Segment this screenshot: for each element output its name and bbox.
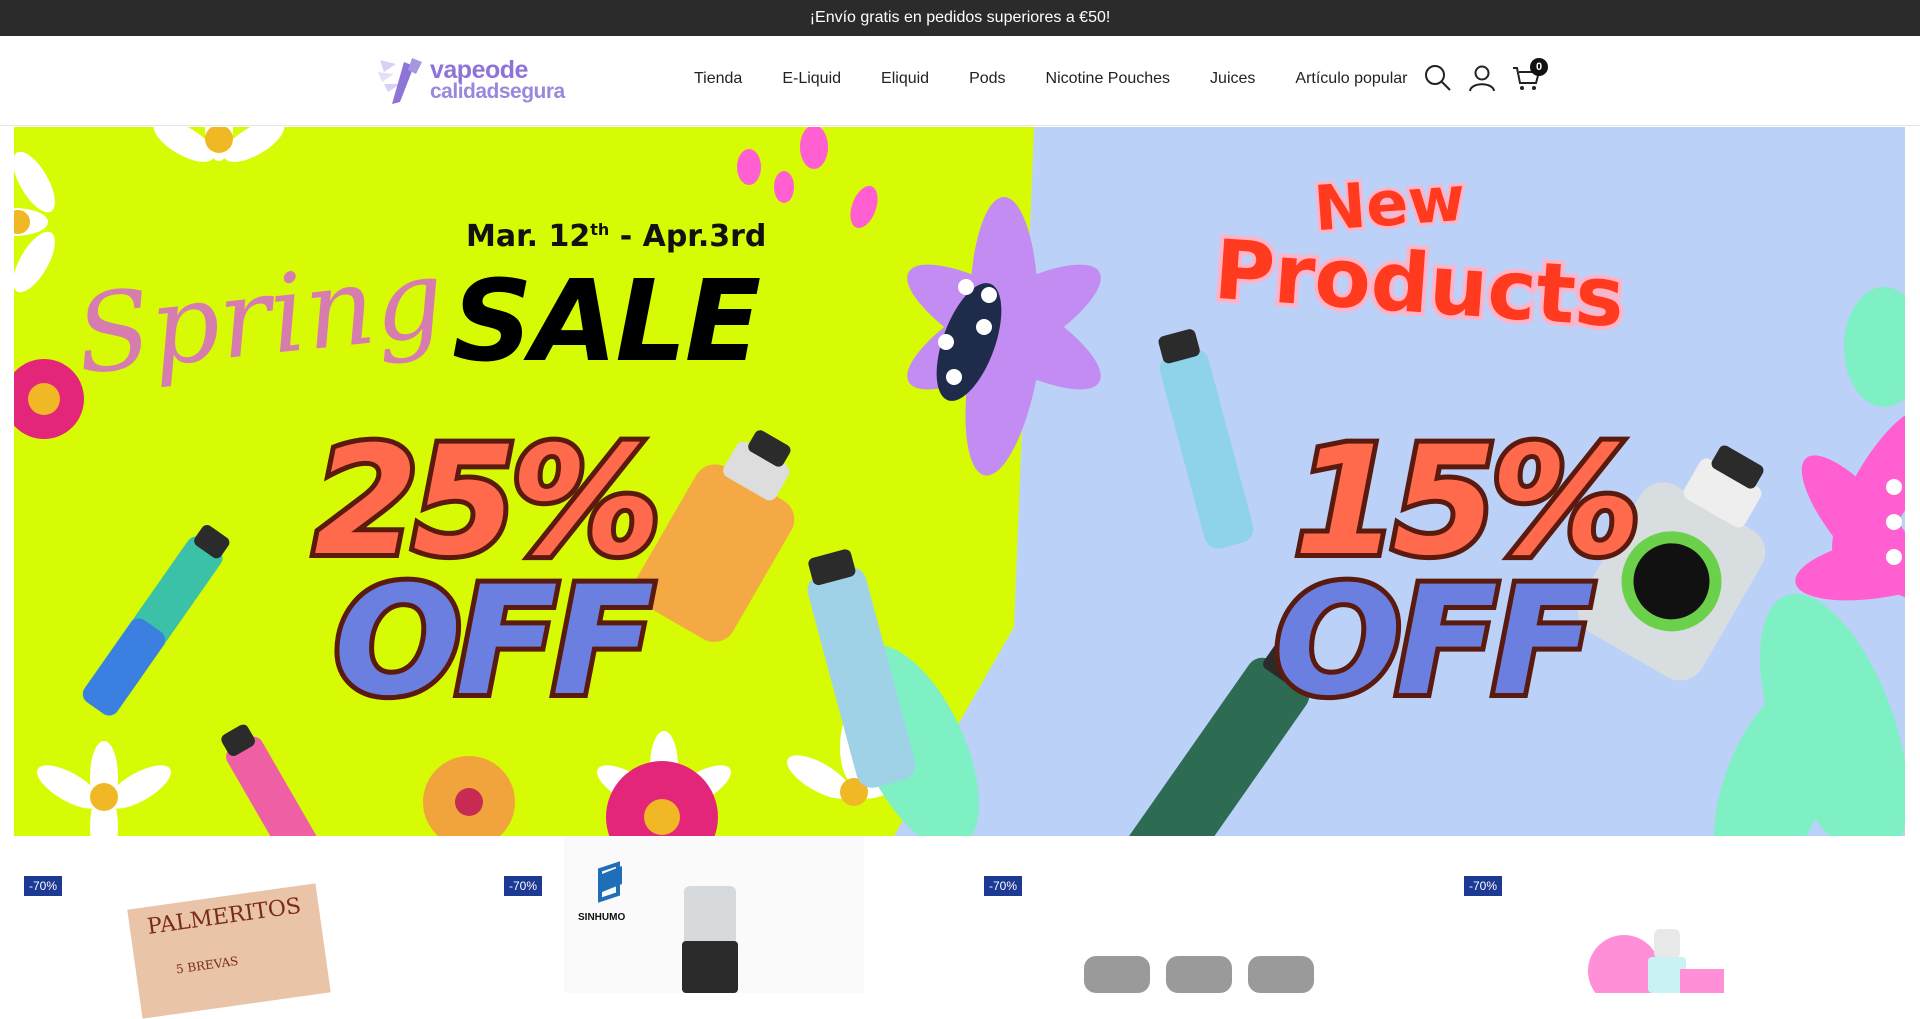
announcement-bar: ¡Envío gratis en pedidos superiores a €5…	[0, 0, 1920, 36]
product-card[interactable]: -70% PALMERITOS 5 BREVAS	[14, 836, 484, 1019]
sale-dates: Mar. 12th - Apr.3rd	[466, 219, 766, 254]
product-image-subtext: 5 BREVAS	[175, 953, 240, 977]
product-card[interactable]: -70%	[1454, 836, 1920, 993]
cart-icon[interactable]: 0	[1512, 58, 1548, 92]
product-card[interactable]: -70%	[974, 836, 1444, 993]
right-discount: 15% OFF	[1269, 422, 1646, 722]
nav-item-juices[interactable]: Juices	[1190, 70, 1275, 88]
discount-badge: -70%	[24, 876, 63, 896]
search-icon[interactable]	[1424, 64, 1452, 92]
left-off: OFF	[329, 555, 659, 729]
product-image[interactable]	[1584, 921, 1744, 993]
site-header: vapeode calidadsegura Tienda E-Liquid El…	[0, 36, 1920, 126]
nav-item-pods[interactable]: Pods	[949, 70, 1025, 88]
sale-heading: SALE	[452, 257, 761, 387]
nav-item-eliquid[interactable]: Eliquid	[861, 70, 949, 88]
announcement-text: ¡Envío gratis en pedidos superiores a €5…	[809, 9, 1111, 26]
right-off: OFF	[1269, 555, 1599, 729]
nav-item-nicotine-pouches[interactable]: Nicotine Pouches	[1026, 70, 1191, 88]
product-image-text: PALMERITOS	[145, 893, 303, 940]
logo-line1: vapeode	[430, 56, 528, 84]
product-image[interactable]	[1084, 956, 1334, 993]
hero-banner[interactable]: Spring Mar. 12th - Apr.3rd SALE 25% OFF …	[14, 127, 1905, 836]
product-card[interactable]: -70% SINHUMO	[494, 836, 964, 993]
nav-item-e-liquid[interactable]: E-Liquid	[762, 70, 861, 88]
discount-badge: -70%	[1464, 876, 1503, 896]
discount-badge: -70%	[984, 876, 1023, 896]
product-image[interactable]: SINHUMO	[564, 836, 864, 993]
left-discount: 25% OFF	[309, 422, 666, 729]
nav-item-articulo-popular[interactable]: Artículo popular	[1275, 70, 1427, 88]
product-image[interactable]: PALMERITOS 5 BREVAS	[127, 883, 331, 1019]
sale-dates-end: - Apr.3rd	[609, 219, 767, 254]
sale-dates-sup: th	[590, 220, 610, 239]
cart-count-badge: 0	[1530, 58, 1548, 76]
site-logo[interactable]: vapeode calidadsegura	[374, 54, 565, 108]
main-nav: Tienda E-Liquid Eliquid Pods Nicotine Po…	[674, 70, 1427, 88]
user-icon[interactable]	[1468, 64, 1496, 92]
nav-item-tienda[interactable]: Tienda	[674, 70, 762, 88]
logo-line2: calidadsegura	[430, 80, 565, 103]
discount-badge: -70%	[504, 876, 543, 896]
logo-mark-icon	[374, 54, 426, 108]
product-grid: -70% PALMERITOS 5 BREVAS -70% SINHUMO -7…	[0, 836, 1920, 1019]
product-brand-text: SINHUMO	[578, 912, 626, 923]
sale-dates-start: Mar. 12	[466, 219, 591, 254]
